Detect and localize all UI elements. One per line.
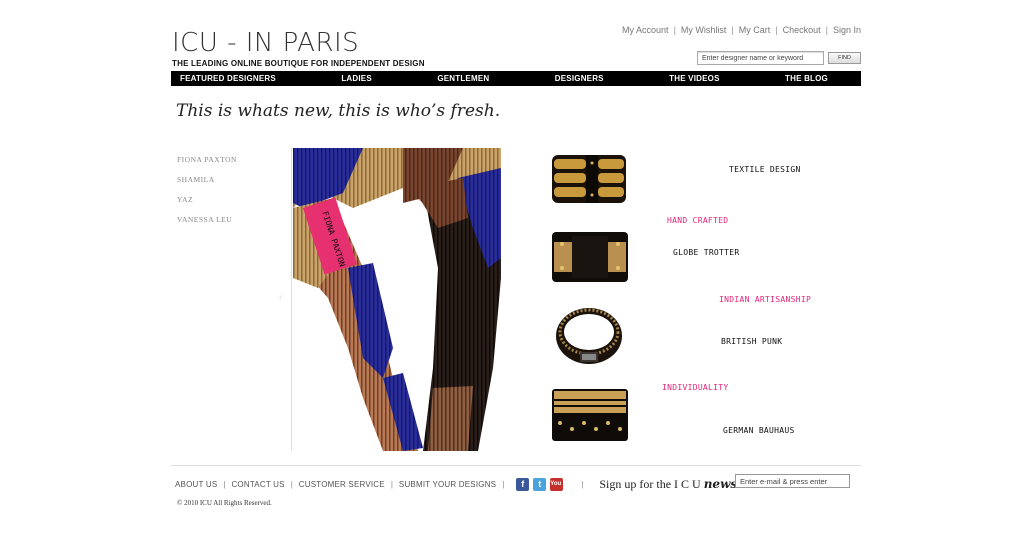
separator: | <box>731 25 734 35</box>
site-logo[interactable]: ICU - IN PARIS <box>172 28 359 58</box>
designer-item-fiona-paxton[interactable]: FIONA PAXTON <box>177 155 237 175</box>
bracelet-thumbnail[interactable] <box>548 145 630 213</box>
designer-item-vanessa-leu[interactable]: VANESSA LEU <box>177 215 237 235</box>
submit-your-designs-link[interactable]: SUBMIT YOUR DESIGNS <box>399 480 496 489</box>
checkout-link[interactable]: Checkout <box>783 25 821 35</box>
social-links: f t You Tube <box>516 478 577 491</box>
designer-list: FIONA PAXTON SHAMILA YAZ VANESSA LEU <box>177 155 237 235</box>
nav-featured-designers[interactable]: FEATURED DESIGNERS <box>180 74 276 83</box>
account-links: My Account | My Wishlist | My Cart | Checkout |… <box>622 25 861 35</box>
footer-links: ABOUT US | CONTACT US | CUSTOMER SERVICE… <box>175 477 774 492</box>
divider <box>291 148 292 450</box>
bracelet-thumbnail[interactable] <box>548 302 630 370</box>
newsletter-email-input[interactable] <box>735 474 850 488</box>
main-nav: FEATURED DESIGNERS LADIES GENTLEMEN DESI… <box>171 71 861 86</box>
separator: | <box>673 25 676 35</box>
customer-service-link[interactable]: CUSTOMER SERVICE <box>299 480 385 489</box>
separator: | <box>390 480 393 489</box>
about-us-link[interactable]: ABOUT US <box>175 480 217 489</box>
copyright: © 2010 ICU All Rights Reserved. <box>177 499 272 507</box>
tag-british-punk[interactable]: BRITISH PUNK <box>721 337 782 346</box>
my-wishlist-link[interactable]: My Wishlist <box>681 25 727 35</box>
find-button[interactable]: FIND <box>828 52 861 64</box>
youtube-icon[interactable]: You Tube <box>550 478 577 491</box>
nav-ladies[interactable]: LADIES <box>341 74 372 83</box>
separator: | <box>775 25 778 35</box>
site-tagline: THE LEADING ONLINE BOUTIQUE FOR INDEPEND… <box>172 59 425 68</box>
separator: | <box>290 480 293 489</box>
designer-item-shamila[interactable]: SHAMILA <box>177 175 237 195</box>
nav-the-videos[interactable]: THE VIDEOS <box>669 74 719 83</box>
my-cart-link[interactable]: My Cart <box>739 25 771 35</box>
tag-textile-design[interactable]: TEXTILE DESIGN <box>729 165 801 174</box>
signup-prefix: Sign up for the I C U <box>599 477 701 491</box>
bracelet-thumbnail[interactable] <box>548 222 630 290</box>
tag-globe-trotter[interactable]: GLOBE TROTTER <box>673 248 740 257</box>
contact-us-link[interactable]: CONTACT US <box>231 480 284 489</box>
hero-image[interactable]: FIONA PAXTON <box>293 148 501 451</box>
chevron-left-icon[interactable]: ‹ <box>279 292 282 303</box>
tag-german-bauhaus[interactable]: GERMAN BAUHAUS <box>723 426 795 435</box>
separator: | <box>223 480 226 489</box>
separator: | <box>502 480 505 489</box>
page-container: ICU - IN PARIS THE LEADING ONLINE BOUTIQ… <box>171 0 861 550</box>
nav-the-blog[interactable]: THE BLOG <box>785 74 828 83</box>
search-bar: FIND <box>697 51 861 65</box>
nav-gentlemen[interactable]: GENTLEMEN <box>437 74 489 83</box>
nav-designers[interactable]: DESIGNERS <box>555 74 604 83</box>
tag-hand-crafted[interactable]: HAND CRAFTED <box>667 216 728 225</box>
separator: | <box>825 25 828 35</box>
my-account-link[interactable]: My Account <box>622 25 669 35</box>
footer-divider <box>171 465 861 466</box>
designer-item-yaz[interactable]: YAZ <box>177 195 237 215</box>
search-input[interactable] <box>697 51 824 65</box>
bracelet-thumbnail[interactable] <box>548 381 630 449</box>
tag-individuality[interactable]: INDIVIDUALITY <box>662 383 729 392</box>
page-headline: This is whats new, this is who’s fresh. <box>176 101 501 121</box>
twitter-icon[interactable]: t <box>533 478 547 491</box>
separator: | <box>581 480 584 489</box>
tag-indian-artisanship[interactable]: INDIAN ARTISANSHIP <box>719 295 811 304</box>
sign-in-link[interactable]: Sign In <box>833 25 861 35</box>
facebook-icon[interactable]: f <box>516 478 530 491</box>
